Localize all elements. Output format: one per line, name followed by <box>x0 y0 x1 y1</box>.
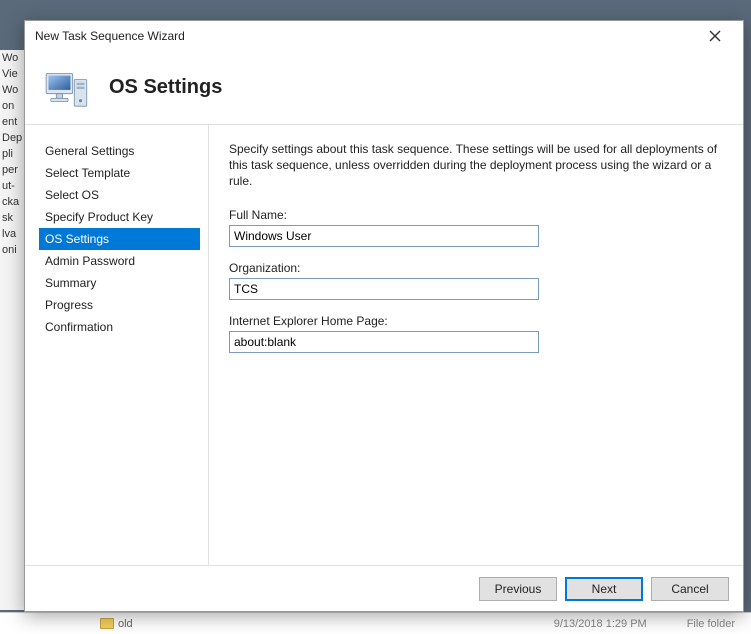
ie-home-page-label: Internet Explorer Home Page: <box>229 314 719 328</box>
titlebar: New Task Sequence Wizard <box>25 21 743 51</box>
full-name-input[interactable] <box>229 225 539 247</box>
wizard-window: New Task Sequence Wizard <box>24 20 744 612</box>
background-text-fragment: Dep <box>0 130 24 146</box>
background-text-fragment: ent <box>0 114 24 130</box>
background-text-fragment: on <box>0 98 24 114</box>
ie-home-page-input[interactable] <box>229 331 539 353</box>
wizard-step[interactable]: Admin Password <box>39 250 200 272</box>
organization-label: Organization: <box>229 261 719 275</box>
organization-input[interactable] <box>229 278 539 300</box>
wizard-step[interactable]: Select Template <box>39 162 200 184</box>
background-folder-label: old <box>118 618 133 630</box>
background-text-fragment: ut- <box>0 178 24 194</box>
main-panel: Specify settings about this task sequenc… <box>209 125 743 565</box>
background-text-fragment: Wo <box>0 82 24 98</box>
background-window-fragment: WoVieWoonentDeppliperut-ckasklvaoni <box>0 50 24 610</box>
wizard-step[interactable]: Confirmation <box>39 316 200 338</box>
background-type-label: File folder <box>687 618 735 630</box>
background-text-fragment: lva <box>0 226 24 242</box>
wizard-step[interactable]: Progress <box>39 294 200 316</box>
background-text-fragment: cka <box>0 194 24 210</box>
cancel-button[interactable]: Cancel <box>651 577 729 601</box>
background-text-fragment: sk <box>0 210 24 226</box>
background-text-fragment: pli <box>0 146 24 162</box>
page-heading: OS Settings <box>109 76 222 99</box>
close-icon <box>709 30 721 42</box>
wizard-step[interactable]: Select OS <box>39 184 200 206</box>
header-band: OS Settings <box>25 51 743 125</box>
wizard-step[interactable]: Summary <box>39 272 200 294</box>
background-text-fragment: Vie <box>0 66 24 82</box>
full-name-label: Full Name: <box>229 208 719 222</box>
wizard-step-list: General SettingsSelect TemplateSelect OS… <box>25 125 209 565</box>
description-text: Specify settings about this task sequenc… <box>229 141 719 190</box>
background-text-fragment: Wo <box>0 50 24 66</box>
close-button[interactable] <box>695 24 735 48</box>
window-title: New Task Sequence Wizard <box>35 29 695 43</box>
background-text-fragment: per <box>0 162 24 178</box>
background-text-fragment: oni <box>0 242 24 258</box>
footer-button-bar: Previous Next Cancel <box>25 565 743 611</box>
wizard-step[interactable]: OS Settings <box>39 228 200 250</box>
previous-button[interactable]: Previous <box>479 577 557 601</box>
wizard-step[interactable]: General Settings <box>39 140 200 162</box>
background-explorer-row: old 9/13/2018 1:29 PM File folder <box>0 612 751 634</box>
computer-icon <box>43 63 93 113</box>
background-date-modified: 9/13/2018 1:29 PM <box>554 618 647 630</box>
folder-icon <box>100 618 114 629</box>
wizard-step[interactable]: Specify Product Key <box>39 206 200 228</box>
next-button[interactable]: Next <box>565 577 643 601</box>
